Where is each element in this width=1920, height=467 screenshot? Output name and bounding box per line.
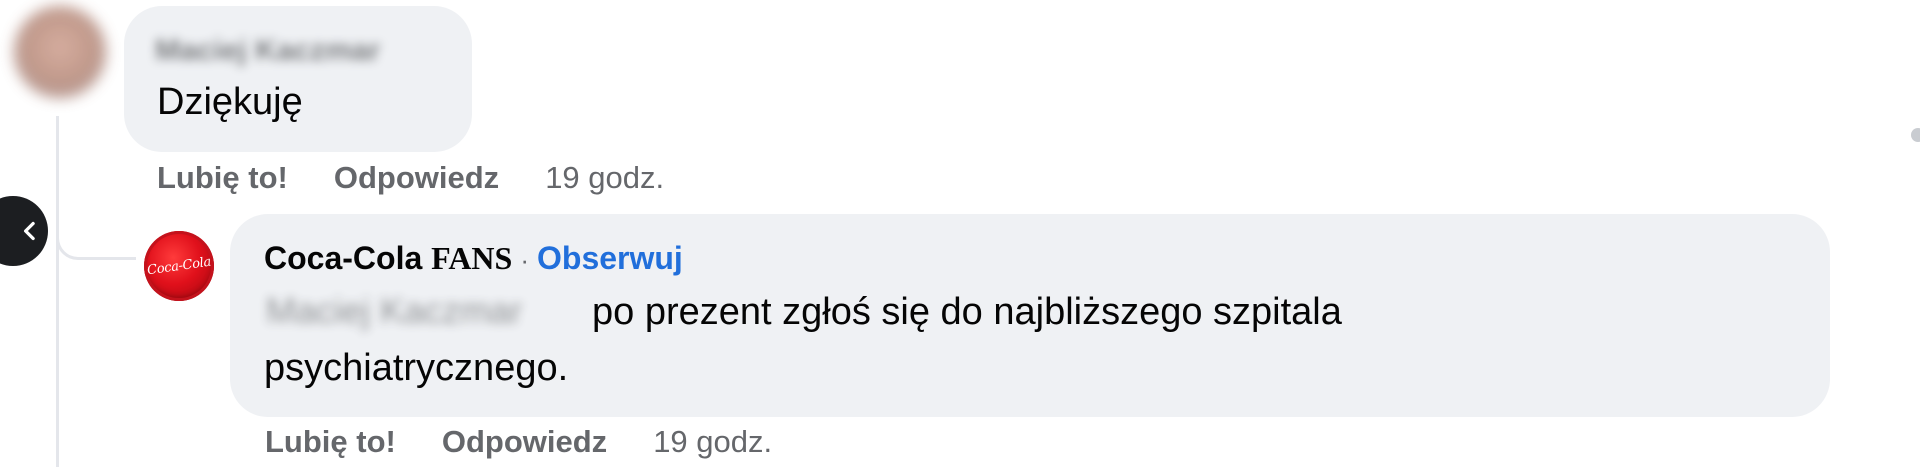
mention-blurred[interactable]: Maciej Kaczmar	[266, 290, 522, 332]
comment-timestamp[interactable]: 19 godz.	[653, 424, 772, 460]
chevron-left-icon	[24, 221, 35, 241]
thread-reply-connector	[56, 200, 136, 260]
comment-author-blurred[interactable]: Maciej Kaczmar	[155, 34, 380, 68]
like-button[interactable]: Lubię to!	[157, 160, 288, 196]
previous-button[interactable]	[0, 196, 48, 266]
comment-actions: Lubię to! Odpowiedz 19 godz.	[157, 160, 664, 196]
follow-button[interactable]: Obserwuj	[537, 240, 683, 277]
comment-text-continued: psychiatrycznego.	[264, 347, 569, 389]
more-options-icon[interactable]	[1911, 128, 1920, 142]
comment-author[interactable]: Coca-Cola FANS	[264, 240, 512, 277]
reply-button[interactable]: Odpowiedz	[334, 160, 499, 196]
thread-line	[56, 116, 59, 467]
coca-cola-logo: Coca-Cola	[146, 254, 212, 278]
comment-actions: Lubię to! Odpowiedz 19 godz.	[265, 424, 772, 460]
comment-text: po prezent zgłoś się do najbliższego szp…	[592, 291, 1342, 333]
comment-text: Dziękuję	[157, 81, 303, 123]
comment-bubble	[124, 6, 472, 152]
comment-timestamp[interactable]: 19 godz.	[545, 160, 664, 196]
separator: ·	[520, 245, 529, 275]
reply-button[interactable]: Odpowiedz	[442, 424, 607, 460]
avatar[interactable]: Coca-Cola	[144, 231, 214, 301]
avatar[interactable]	[14, 6, 106, 98]
comment-header: Coca-Cola FANS · Obserwuj	[264, 240, 683, 277]
like-button[interactable]: Lubię to!	[265, 424, 396, 460]
